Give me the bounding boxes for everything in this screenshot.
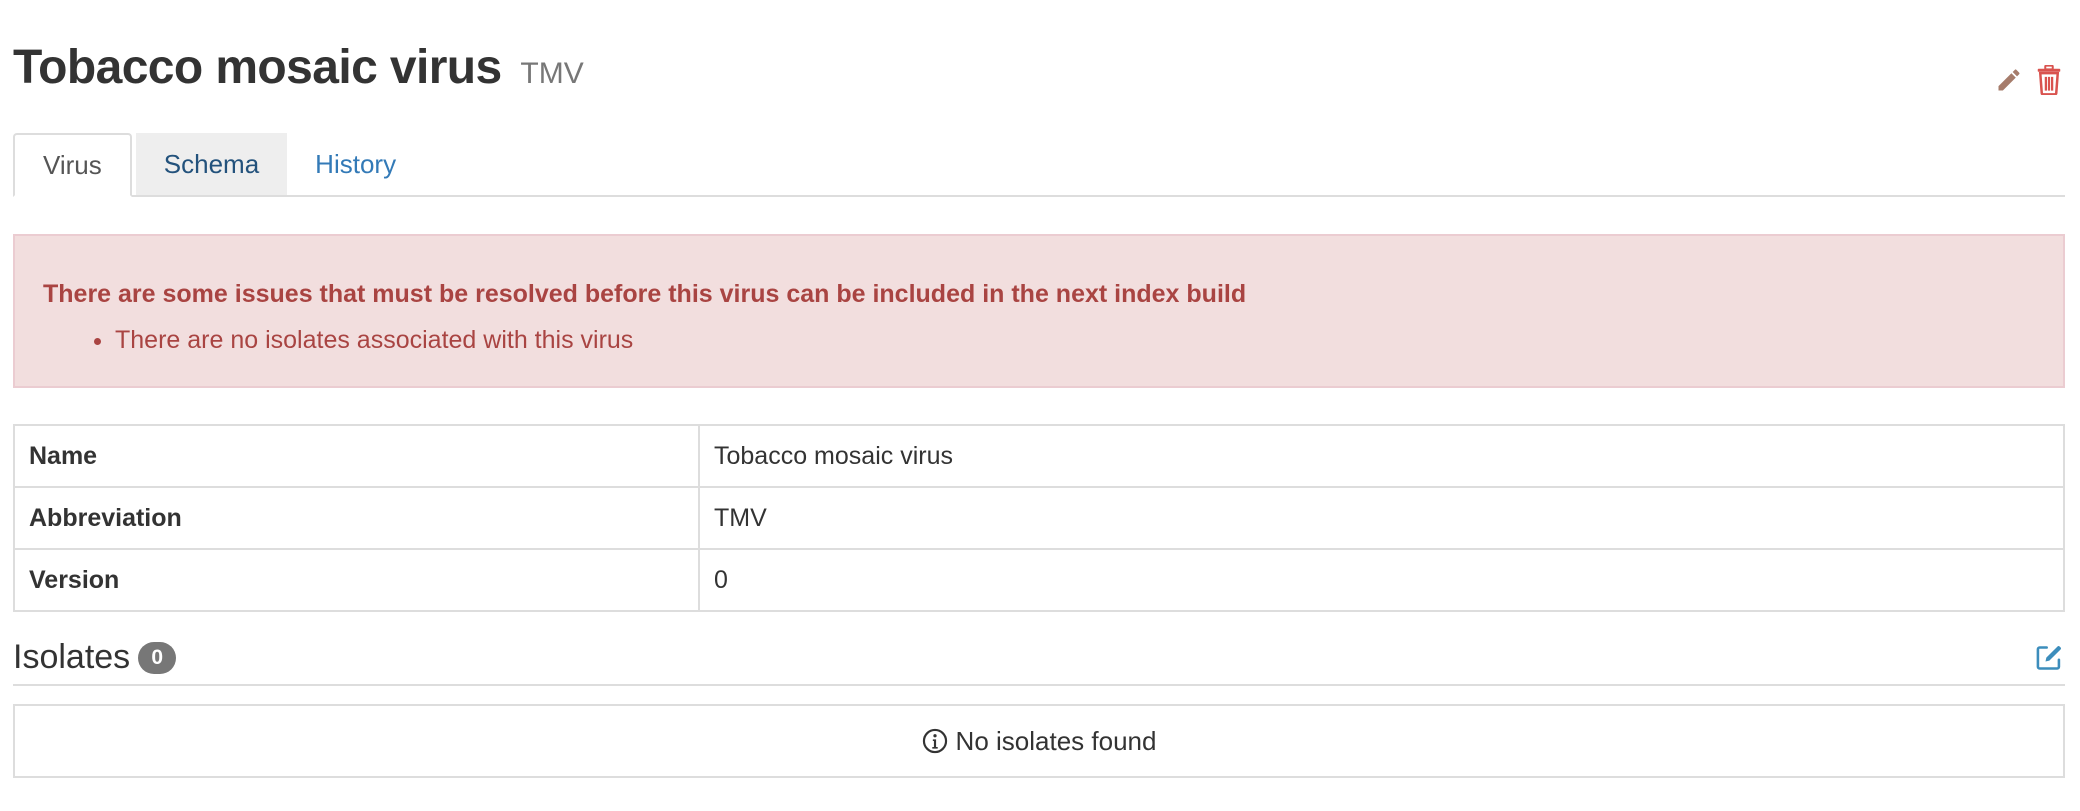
detail-key: Abbreviation bbox=[13, 486, 700, 550]
isolates-header: Isolates 0 bbox=[13, 634, 2065, 686]
tab-history[interactable]: History bbox=[287, 133, 424, 195]
virus-detail-page: Tobacco mosaic virus TMV Virus Schema Hi… bbox=[13, 0, 2065, 778]
detail-value: TMV bbox=[698, 486, 2065, 550]
detail-key: Version bbox=[13, 548, 700, 612]
virus-name: Tobacco mosaic virus bbox=[13, 41, 502, 94]
virus-details-table: Name Tobacco mosaic virus Abbreviation T… bbox=[13, 424, 2065, 612]
info-circle-icon bbox=[922, 728, 948, 754]
page-title: Tobacco mosaic virus TMV bbox=[13, 40, 584, 95]
edit-square-icon[interactable] bbox=[2033, 642, 2065, 674]
virus-abbreviation: TMV bbox=[520, 57, 584, 90]
alert-issue-item: There are no isolates associated with th… bbox=[115, 319, 2035, 361]
isolates-count-badge: 0 bbox=[138, 641, 177, 674]
detail-value: Tobacco mosaic virus bbox=[698, 424, 2065, 488]
empty-state-text: No isolates found bbox=[955, 725, 1157, 756]
pencil-icon[interactable] bbox=[1993, 64, 2025, 96]
isolates-title: Isolates 0 bbox=[13, 638, 177, 677]
table-row: Abbreviation TMV bbox=[13, 486, 2065, 550]
tab-virus[interactable]: Virus bbox=[13, 133, 132, 197]
header-actions bbox=[1993, 64, 2065, 96]
alert-issue-list: There are no isolates associated with th… bbox=[43, 319, 2035, 361]
detail-value: 0 bbox=[698, 548, 2065, 612]
tab-schema[interactable]: Schema bbox=[135, 133, 288, 195]
alert-title: There are some issues that must be resol… bbox=[43, 280, 1247, 308]
trash-icon[interactable] bbox=[2033, 64, 2065, 96]
virus-tabs: Virus Schema History bbox=[13, 133, 2065, 197]
table-row: Version 0 bbox=[13, 548, 2065, 612]
isolates-heading-text: Isolates bbox=[13, 638, 131, 676]
detail-key: Name bbox=[13, 424, 700, 488]
virus-header: Tobacco mosaic virus TMV bbox=[13, 0, 2065, 133]
build-issues-alert: There are some issues that must be resol… bbox=[13, 234, 2065, 388]
table-row: Name Tobacco mosaic virus bbox=[13, 424, 2065, 488]
isolates-empty-state: No isolates found bbox=[13, 704, 2065, 778]
